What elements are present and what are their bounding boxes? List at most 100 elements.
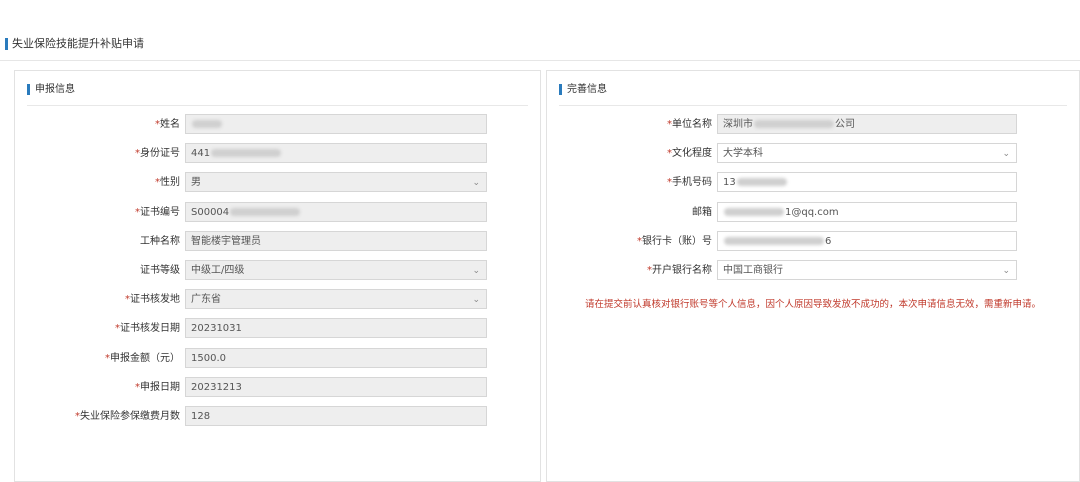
panel-title-text: 申报信息	[27, 84, 75, 95]
input-declaration-3: S00004	[185, 201, 487, 222]
page-title: 失业保险技能提升补贴申请	[5, 38, 144, 50]
field-label-text: 姓名	[160, 119, 180, 130]
input-declaration-1: 441	[185, 143, 487, 164]
declaration-info-panel: 申报信息 *姓名 *身份证号 441 *性别男 ⌄ *证书编号 S00004 工种名称 智能楼宇…	[14, 70, 541, 482]
field-label-text: 证书等级	[140, 265, 180, 276]
supplementary-info-panel: 完善信息 请在提交前认真核对银行账号等个人信息，因个人原因导致发放不成功的，本次…	[546, 70, 1080, 482]
input-declaration-8: 1500.0	[185, 347, 487, 368]
field-value: 男	[191, 177, 201, 189]
redacted-mask	[192, 120, 222, 128]
field-value: 大学本科	[723, 148, 763, 160]
input-supplementary-0: 深圳市 公司	[717, 114, 1017, 134]
field-label-text: 申报日期	[140, 381, 180, 393]
field-label-text: 文化程度	[672, 148, 712, 160]
supplementary-label-2: *手机号码	[667, 172, 712, 194]
supplementary-label-4: *银行卡（账）号	[637, 231, 712, 253]
field-value: 20231213	[191, 381, 242, 393]
field-value-suffix: 6	[825, 235, 832, 247]
field-label-text: 失业保险参保缴费月数	[80, 411, 180, 422]
chevron-down-icon: ⌄	[472, 178, 480, 189]
declaration-label-4: 工种名称	[140, 231, 180, 253]
declaration-row-4: 工种名称 智能楼宇管理员	[15, 230, 540, 253]
input-supplementary-2[interactable]: 13	[717, 172, 1017, 193]
declaration-row-9: *申报日期 20231213	[15, 376, 540, 399]
redacted-mask	[724, 236, 824, 245]
input-supplementary-3[interactable]: 1@qq.com	[717, 201, 1017, 222]
panel-title: 申报信息	[27, 81, 528, 106]
field-value: 智能楼宇管理员	[191, 235, 261, 247]
declaration-row-7: *证书核发日期 20231031	[15, 318, 540, 340]
supplementary-label-5: *开户银行名称	[647, 260, 712, 282]
field-label-text: 证书核发地	[130, 294, 180, 306]
field-value: 441	[191, 148, 211, 160]
redacted-mask	[724, 207, 784, 216]
declaration-row-3: *证书编号 S00004	[15, 201, 540, 224]
input-supplementary-4[interactable]: 6	[717, 230, 1017, 251]
select-supplementary-1[interactable]: 大学本科 ⌄	[717, 143, 1017, 164]
field-value: 13	[723, 177, 736, 189]
input-declaration-4: 智能楼宇管理员	[185, 230, 487, 251]
declaration-row-1: *身份证号 441	[15, 143, 540, 165]
declaration-row-10: *失业保险参保缴费月数 128	[15, 406, 540, 428]
declaration-label-5: 证书等级	[140, 260, 180, 282]
select-declaration-6[interactable]: 广东省 ⌄	[185, 289, 487, 310]
field-label-text: 银行卡（账）号	[642, 235, 712, 247]
redacted-mask	[754, 120, 834, 128]
select-declaration-5[interactable]: 中级工/四级 ⌄	[185, 260, 487, 280]
panel-title: 完善信息	[559, 81, 1067, 106]
declaration-label-0: *姓名	[155, 114, 180, 136]
field-value: 深圳市	[723, 119, 753, 130]
supplementary-row-4: *银行卡（账）号 6	[547, 230, 1079, 253]
input-declaration-0	[185, 114, 487, 134]
panel-title-text: 完善信息	[559, 84, 607, 95]
field-value: 128	[191, 411, 211, 422]
declaration-label-1: *身份证号	[135, 143, 180, 165]
chevron-down-icon: ⌄	[1002, 266, 1010, 276]
supplementary-label-3: 邮箱	[692, 202, 712, 224]
chevron-down-icon: ⌄	[472, 295, 480, 306]
field-label-text: 邮箱	[692, 206, 712, 218]
select-supplementary-5[interactable]: 中国工商银行 ⌄	[717, 260, 1017, 280]
supplementary-label-1: *文化程度	[667, 143, 712, 165]
field-label-text: 证书编号	[140, 206, 180, 218]
input-declaration-7: 20231031	[185, 318, 487, 339]
field-label-text: 单位名称	[672, 119, 712, 130]
field-label-text: 申报金额（元）	[110, 352, 180, 364]
supplementary-label-0: *单位名称	[667, 114, 712, 136]
field-value: 中国工商银行	[723, 265, 783, 276]
redacted-mask	[736, 178, 787, 187]
declaration-row-8: *申报金额（元） 1500.0	[15, 347, 540, 370]
declaration-label-3: *证书编号	[135, 202, 180, 224]
declaration-label-7: *证书核发日期	[115, 318, 180, 340]
field-value: 广东省	[191, 294, 221, 306]
field-label-text: 工种名称	[140, 235, 180, 247]
page-header: 失业保险技能提升补贴申请	[0, 30, 1080, 61]
declaration-label-9: *申报日期	[135, 377, 180, 399]
supplementary-row-2: *手机号码 13	[547, 172, 1079, 194]
declaration-label-2: *性别	[155, 172, 180, 194]
field-value: 中级工/四级	[191, 265, 245, 276]
supplementary-row-3: 邮箱 1@qq.com	[547, 201, 1079, 224]
field-value: S00004	[191, 206, 230, 218]
field-label-text: 性别	[160, 177, 180, 189]
input-declaration-10: 128	[185, 406, 487, 426]
redacted-mask	[211, 149, 282, 158]
declaration-row-6: *证书核发地 广东省 ⌄	[15, 289, 540, 311]
field-label-text: 手机号码	[672, 177, 712, 189]
select-declaration-2[interactable]: 男 ⌄	[185, 172, 487, 193]
declaration-label-8: *申报金额（元）	[105, 348, 180, 370]
field-value-suffix: 1@qq.com	[785, 206, 839, 218]
supplementary-row-5: *开户银行名称 中国工商银行 ⌄	[547, 260, 1079, 282]
input-declaration-9: 20231213	[185, 376, 487, 397]
redacted-mask	[230, 207, 301, 216]
field-label-text: 身份证号	[140, 148, 180, 160]
declaration-row-5: 证书等级 中级工/四级 ⌄	[15, 260, 540, 282]
field-value: 1500.0	[191, 352, 226, 364]
supplementary-row-0: *单位名称 深圳市 公司	[547, 114, 1079, 136]
supplementary-row-1: *文化程度 大学本科 ⌄	[547, 143, 1079, 165]
field-label-text: 开户银行名称	[652, 265, 712, 276]
declaration-label-6: *证书核发地	[125, 289, 180, 311]
declaration-row-0: *姓名	[15, 114, 540, 136]
chevron-down-icon: ⌄	[1002, 149, 1010, 160]
declaration-label-10: *失业保险参保缴费月数	[75, 406, 180, 428]
